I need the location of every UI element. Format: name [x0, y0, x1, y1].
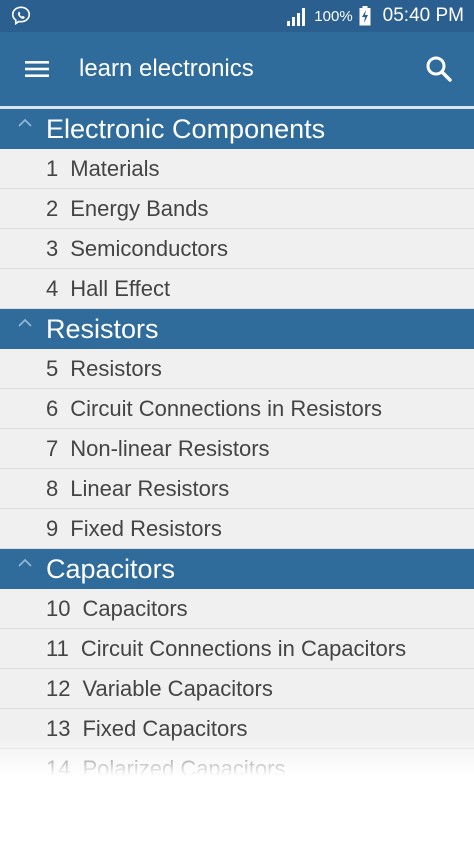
chevron-up-icon: [18, 318, 32, 327]
item-number: 2: [46, 195, 59, 221]
item-label: Fixed Capacitors: [82, 715, 248, 741]
item-label: Semiconductors: [70, 235, 228, 261]
list-item[interactable]: 7 Non-linear Resistors: [0, 429, 474, 469]
item-label: Hall Effect: [70, 275, 171, 301]
list-item[interactable]: 10 Capacitors: [0, 589, 474, 629]
item-label: Variable Capacitors: [82, 675, 273, 701]
item-number: 1: [46, 155, 59, 181]
item-number: 5: [46, 355, 59, 381]
item-number: 6: [46, 395, 59, 421]
list-item[interactable]: 11 Circuit Connections in Capacitors: [0, 629, 474, 669]
group-title: Resistors: [46, 314, 159, 344]
group-title: Electronic Components: [46, 114, 326, 144]
battery-charging-icon: [359, 6, 371, 26]
list-item[interactable]: 6 Circuit Connections in Resistors: [0, 389, 474, 429]
item-label: Capacitors: [82, 595, 188, 621]
item-label: Non-linear Resistors: [70, 435, 270, 461]
item-label: Circuit Connections in Capacitors: [80, 635, 407, 661]
chevron-up-icon: [18, 118, 32, 127]
item-label: Resistors: [70, 355, 162, 381]
group-header-resistors[interactable]: Resistors: [0, 309, 474, 349]
item-number: 7: [46, 435, 59, 461]
list-item[interactable]: 1 Materials: [0, 149, 474, 189]
list-item[interactable]: 9 Fixed Resistors: [0, 509, 474, 549]
chapter-list[interactable]: Electronic Components 1 Materials 2 Energy…: [0, 109, 474, 775]
list-item[interactable]: 12 Variable Capacitors: [0, 669, 474, 709]
list-item[interactable]: 8 Linear Resistors: [0, 469, 474, 509]
item-label: Linear Resistors: [70, 475, 230, 501]
item-label: Materials: [70, 155, 160, 181]
item-label: Circuit Connections in Resistors: [70, 395, 383, 421]
item-number: 3: [46, 235, 59, 261]
viber-icon: [11, 6, 31, 26]
page-title: learn electronics: [79, 55, 254, 82]
search-icon[interactable]: [422, 52, 456, 86]
item-number: 11: [46, 635, 69, 661]
group-header-capacitors[interactable]: Capacitors: [0, 549, 474, 589]
status-bar: 100% 05:40 PM: [0, 0, 474, 32]
list-item[interactable]: 5 Resistors: [0, 349, 474, 389]
list-item[interactable]: 4 Hall Effect: [0, 269, 474, 309]
item-number: 14: [46, 755, 71, 776]
app-bar: learn electronics: [0, 32, 474, 106]
item-number: 8: [46, 475, 59, 501]
item-label: Energy Bands: [70, 195, 209, 221]
item-number: 12: [46, 675, 71, 701]
item-label: Fixed Resistors: [70, 515, 222, 541]
item-label: Polarized Capacitors: [82, 755, 286, 776]
item-number: 4: [46, 275, 59, 301]
chevron-up-icon: [18, 558, 32, 567]
group-header-electronic-components[interactable]: Electronic Components: [0, 109, 474, 149]
list-item[interactable]: 2 Energy Bands: [0, 189, 474, 229]
list-item[interactable]: 13 Fixed Capacitors: [0, 709, 474, 749]
status-right: 100% 05:40 PM: [286, 0, 464, 32]
item-number: 13: [46, 715, 71, 741]
battery-percent: 100%: [314, 7, 353, 25]
group-title: Capacitors: [46, 554, 176, 584]
list-item[interactable]: 3 Semiconductors: [0, 229, 474, 269]
item-number: 9: [46, 515, 59, 541]
signal-icon: [287, 8, 306, 26]
item-number: 10: [46, 595, 71, 621]
clock: 05:40 PM: [382, 5, 464, 26]
menu-icon[interactable]: [20, 54, 54, 84]
list-item[interactable]: 14 Polarized Capacitors: [0, 749, 474, 775]
